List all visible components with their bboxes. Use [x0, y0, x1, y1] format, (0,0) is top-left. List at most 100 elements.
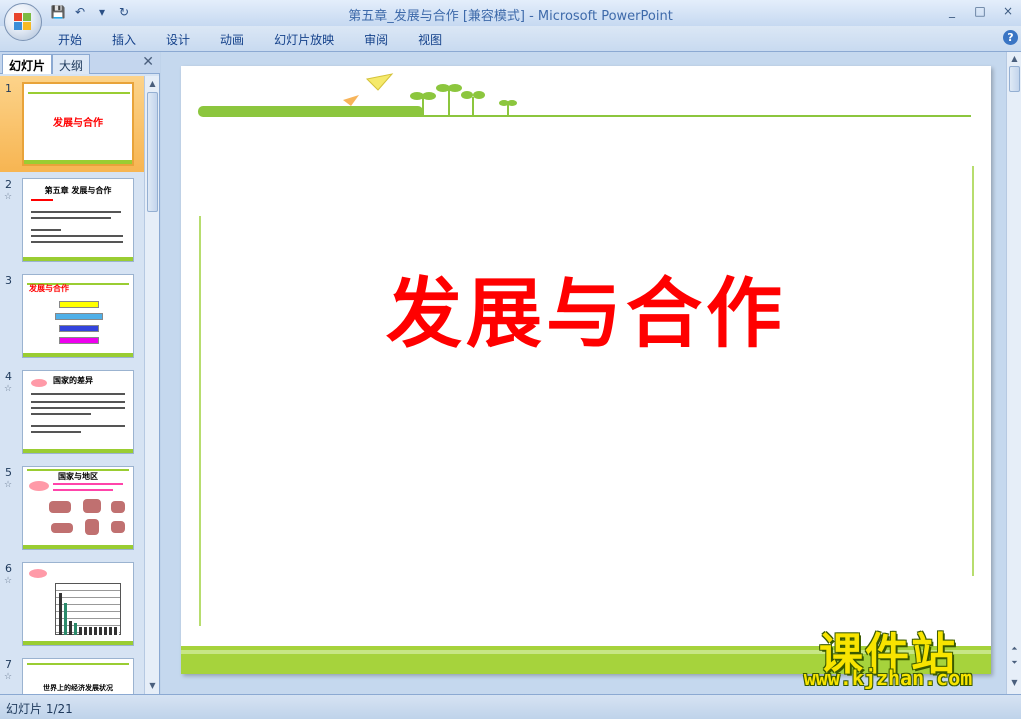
scroll-down-icon[interactable]: ▼: [1009, 678, 1020, 687]
slide-thumbnail[interactable]: 发展与合作: [22, 82, 134, 166]
thumb-button-shape: [59, 337, 99, 344]
scrollbar-thumb[interactable]: [147, 92, 158, 212]
thumb-map-shape: [111, 501, 125, 513]
thumb-title: 发展与合作: [53, 118, 103, 129]
slide-number: 5: [5, 466, 12, 479]
thumb-top-band: [27, 663, 129, 665]
slide-number: 2: [5, 178, 12, 191]
thumb-chart-bar: [74, 623, 77, 635]
tab-outline[interactable]: 大纲: [52, 54, 91, 74]
thumb-text-line: [31, 199, 53, 201]
animation-star-icon: ☆: [4, 576, 13, 586]
thumb-bottom-band: [23, 641, 133, 645]
thumb-decoration: [29, 481, 49, 491]
thumb-map-shape: [85, 519, 99, 535]
slide-thumbnail[interactable]: [22, 562, 134, 646]
scrollbar-thumb[interactable]: [1009, 66, 1020, 92]
thumb-text-line: [53, 483, 123, 485]
slide[interactable]: 发展与合作: [181, 66, 991, 674]
thumb-text-line: [31, 413, 91, 415]
thumb-button-shape: [59, 301, 99, 308]
thumbnail-scrollbar[interactable]: ▲ ▼: [144, 76, 159, 694]
thumb-map-shape: [51, 523, 73, 533]
thumb-title: 发展与合作: [29, 284, 69, 293]
thumb-map-shape: [83, 499, 101, 513]
thumb-text-line: [31, 401, 125, 403]
animation-star-icon: ☆: [4, 672, 13, 682]
slide-scrollbar[interactable]: ▲ ⏶ ⏷ ▼: [1006, 52, 1021, 694]
minimize-button[interactable]: _: [943, 2, 961, 20]
thumb-text-line: [31, 211, 121, 213]
slides-pane: 幻灯片 大纲 ✕ 1 发展与合作 2 ☆ 第五章 发展与合作 3 发展与合作 4…: [0, 52, 160, 694]
slide-number: 7: [5, 658, 12, 671]
thumb-text-line: [31, 425, 125, 427]
scroll-up-icon[interactable]: ▲: [147, 78, 158, 90]
thumb-map-shape: [111, 521, 125, 533]
thumb-chart-bar: [69, 621, 72, 635]
thumb-text-line: [31, 217, 111, 219]
close-button[interactable]: ×: [999, 2, 1017, 20]
watermark: 课件站 www.kjzhan.com: [770, 618, 1006, 694]
thumbnail-list: 1 发展与合作 2 ☆ 第五章 发展与合作 3 发展与合作 4 ☆ 国家的差异 …: [0, 76, 144, 694]
slide-number: 1: [5, 82, 12, 95]
thumb-chart-bar: [79, 627, 119, 635]
tab-animations[interactable]: 动画: [220, 31, 260, 48]
thumbnail-slide-6[interactable]: 6 ☆: [0, 556, 144, 652]
thumbnail-slide-3[interactable]: 3 发展与合作: [0, 268, 144, 364]
thumbnail-slide-5[interactable]: 5 ☆ 国家与地区: [0, 460, 144, 556]
office-button[interactable]: [4, 3, 42, 41]
thumb-bottom-band: [23, 353, 133, 357]
thumb-top-band: [28, 92, 130, 94]
thumb-bottom-band: [23, 257, 133, 261]
tab-slides[interactable]: 幻灯片: [2, 54, 53, 74]
tab-view[interactable]: 视图: [418, 31, 458, 48]
thumb-text-line: [31, 431, 81, 433]
slide-thumbnail[interactable]: 国家与地区: [22, 466, 134, 550]
thumb-bottom-band: [23, 545, 133, 549]
thumb-chart-bar: [64, 603, 67, 635]
animation-star-icon: ☆: [4, 192, 13, 202]
prev-slide-icon[interactable]: ⏶: [1009, 644, 1020, 654]
thumb-text-line: [31, 235, 123, 237]
pane-tabs: 幻灯片 大纲 ✕: [0, 52, 160, 74]
slide-number: 6: [5, 562, 12, 575]
slide-canvas-area: 发展与合作: [161, 52, 1006, 694]
thumb-button-shape: [59, 325, 99, 332]
thumbnail-slide-2[interactable]: 2 ☆ 第五章 发展与合作: [0, 172, 144, 268]
window-controls: _ □ ×: [943, 2, 1017, 20]
thumb-title: 国家的差异: [53, 376, 93, 385]
title-bar: 💾 ↶ ▾ ↻ 第五章_发展与合作 [兼容模式] - Microsoft Pow…: [0, 0, 1021, 26]
thumb-bottom-band: [24, 160, 132, 164]
thumb-text-line: [31, 241, 123, 243]
tab-home[interactable]: 开始: [58, 31, 98, 48]
slide-thumbnail[interactable]: 第五章 发展与合作: [22, 178, 134, 262]
close-icon[interactable]: ✕: [142, 54, 154, 70]
ribbon-tabs: 开始 插入 设计 动画 幻灯片放映 审阅 视图: [58, 31, 472, 48]
tab-slideshow[interactable]: 幻灯片放映: [274, 31, 350, 48]
slide-title[interactable]: 发展与合作: [181, 252, 991, 362]
status-bar: 幻灯片 1/21: [0, 694, 1021, 719]
thumb-bottom-band: [23, 449, 133, 453]
slide-decoration: [181, 73, 991, 674]
thumb-text-line: [31, 407, 125, 409]
office-logo-icon: [14, 13, 32, 31]
next-slide-icon[interactable]: ⏷: [1009, 658, 1020, 668]
thumbnail-slide-4[interactable]: 4 ☆ 国家的差异: [0, 364, 144, 460]
scroll-down-icon[interactable]: ▼: [147, 680, 158, 692]
tab-design[interactable]: 设计: [166, 31, 206, 48]
slide-thumbnail[interactable]: 世界上的经济发展状况: [22, 658, 134, 694]
tab-review[interactable]: 审阅: [364, 31, 404, 48]
thumb-text-line: [31, 393, 125, 395]
scroll-up-icon[interactable]: ▲: [1009, 54, 1020, 63]
thumbnail-slide-7[interactable]: 7 ☆ 世界上的经济发展状况: [0, 652, 144, 694]
thumbnail-slide-1[interactable]: 1 发展与合作: [0, 76, 144, 172]
thumb-button-shape: [55, 313, 103, 320]
window-title: 第五章_发展与合作 [兼容模式] - Microsoft PowerPoint: [348, 9, 673, 24]
slide-thumbnail[interactable]: 发展与合作: [22, 274, 134, 358]
maximize-button[interactable]: □: [971, 2, 989, 20]
thumb-text-line: [31, 229, 61, 231]
animation-star-icon: ☆: [4, 480, 13, 490]
slide-thumbnail[interactable]: 国家的差异: [22, 370, 134, 454]
help-icon[interactable]: ?: [1003, 30, 1018, 45]
tab-insert[interactable]: 插入: [112, 31, 152, 48]
